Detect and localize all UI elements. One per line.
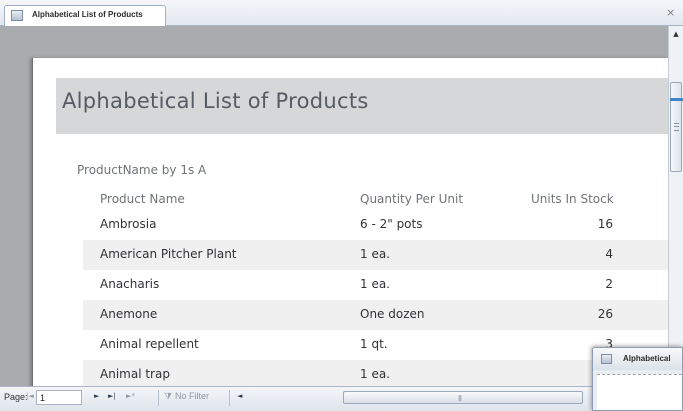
table-row: Anemone One dozen 26 bbox=[83, 300, 669, 330]
record-navigation-bar: Page: |◄ ► ►| ►* ⧩No Filter ◄ ||| bbox=[0, 386, 600, 411]
quantity-cell: 1 ea. bbox=[360, 247, 390, 261]
quantity-cell: 1 ea. bbox=[360, 277, 390, 291]
grip-icon bbox=[674, 123, 679, 131]
vertical-scroll-thumb[interactable] bbox=[670, 82, 682, 172]
grip-icon: ||| bbox=[458, 395, 462, 402]
next-page-button[interactable]: ► bbox=[94, 392, 99, 400]
report-page: Alphabetical List of Products ProductNam… bbox=[32, 58, 669, 388]
tab-label: Alphabetical List of Products bbox=[32, 10, 143, 19]
column-header-product-name: Product Name bbox=[100, 192, 185, 206]
page-label: Page: bbox=[4, 392, 28, 402]
filter-indicator[interactable]: ⧩ No Filter bbox=[164, 391, 209, 405]
second-window-title: Alphabetical bbox=[623, 354, 671, 363]
funnel-icon: ⧩ bbox=[164, 391, 173, 401]
accent-marker bbox=[670, 98, 683, 101]
quantity-cell: 1 ea. bbox=[360, 367, 390, 381]
quantity-cell: 1 qt. bbox=[360, 337, 388, 351]
last-page-button[interactable]: ►| bbox=[108, 392, 116, 400]
horizontal-scroll-thumb[interactable]: ||| bbox=[343, 391, 583, 404]
scroll-up-icon[interactable]: ▲ bbox=[669, 26, 683, 41]
table-row: American Pitcher Plant 1 ea. 4 bbox=[83, 240, 669, 270]
report-icon bbox=[601, 354, 612, 364]
report-icon bbox=[11, 10, 23, 21]
table-row: Animal repellent 1 qt. 3 bbox=[83, 330, 669, 360]
column-header-quantity-per-unit: Quantity Per Unit bbox=[360, 192, 464, 206]
report-title-band: Alphabetical List of Products bbox=[56, 78, 669, 134]
tab-alphabetical-list-of-products[interactable]: Alphabetical List of Products bbox=[4, 5, 166, 26]
stock-cell: 26 bbox=[597, 307, 613, 321]
new-record-button[interactable]: ►* bbox=[126, 392, 135, 400]
vertical-scrollbar[interactable]: ▲ bbox=[668, 26, 683, 386]
table-row: Ambrosia 6 - 2" pots 16 bbox=[83, 210, 669, 240]
close-icon[interactable]: × bbox=[666, 6, 675, 19]
report-title: Alphabetical List of Products bbox=[62, 89, 369, 113]
column-header-units-in-stock: Units In Stock bbox=[531, 192, 614, 206]
page-number-input[interactable] bbox=[36, 390, 82, 405]
separator bbox=[229, 390, 230, 406]
document-tab-strip: Alphabetical List of Products × bbox=[0, 0, 683, 26]
second-window-body bbox=[597, 374, 682, 410]
table-row: Anacharis 1 ea. 2 bbox=[83, 270, 669, 300]
print-preview-area: Alphabetical List of Products ProductNam… bbox=[0, 26, 669, 388]
group-header: ProductName by 1s A bbox=[77, 163, 207, 177]
product-name-cell: Anacharis bbox=[100, 277, 160, 291]
table-row: Animal trap 1 ea. bbox=[83, 360, 669, 388]
separator bbox=[158, 390, 159, 406]
stock-cell: 2 bbox=[605, 277, 613, 291]
quantity-cell: One dozen bbox=[360, 307, 425, 321]
stock-cell: 4 bbox=[605, 247, 613, 261]
stock-cell: 16 bbox=[597, 217, 613, 231]
quantity-cell: 6 - 2" pots bbox=[360, 217, 423, 231]
second-report-window[interactable]: Alphabetical bbox=[592, 347, 683, 411]
product-name-cell: Animal repellent bbox=[100, 337, 199, 351]
product-name-cell: American Pitcher Plant bbox=[100, 247, 237, 261]
first-page-button[interactable]: |◄ bbox=[26, 392, 34, 400]
second-window-titlebar[interactable]: Alphabetical bbox=[593, 348, 682, 370]
filter-label: No Filter bbox=[175, 391, 210, 401]
product-name-cell: Ambrosia bbox=[100, 217, 157, 231]
scroll-left-icon[interactable]: ◄ bbox=[237, 392, 242, 400]
product-name-cell: Anemone bbox=[100, 307, 158, 321]
product-name-cell: Animal trap bbox=[100, 367, 170, 381]
